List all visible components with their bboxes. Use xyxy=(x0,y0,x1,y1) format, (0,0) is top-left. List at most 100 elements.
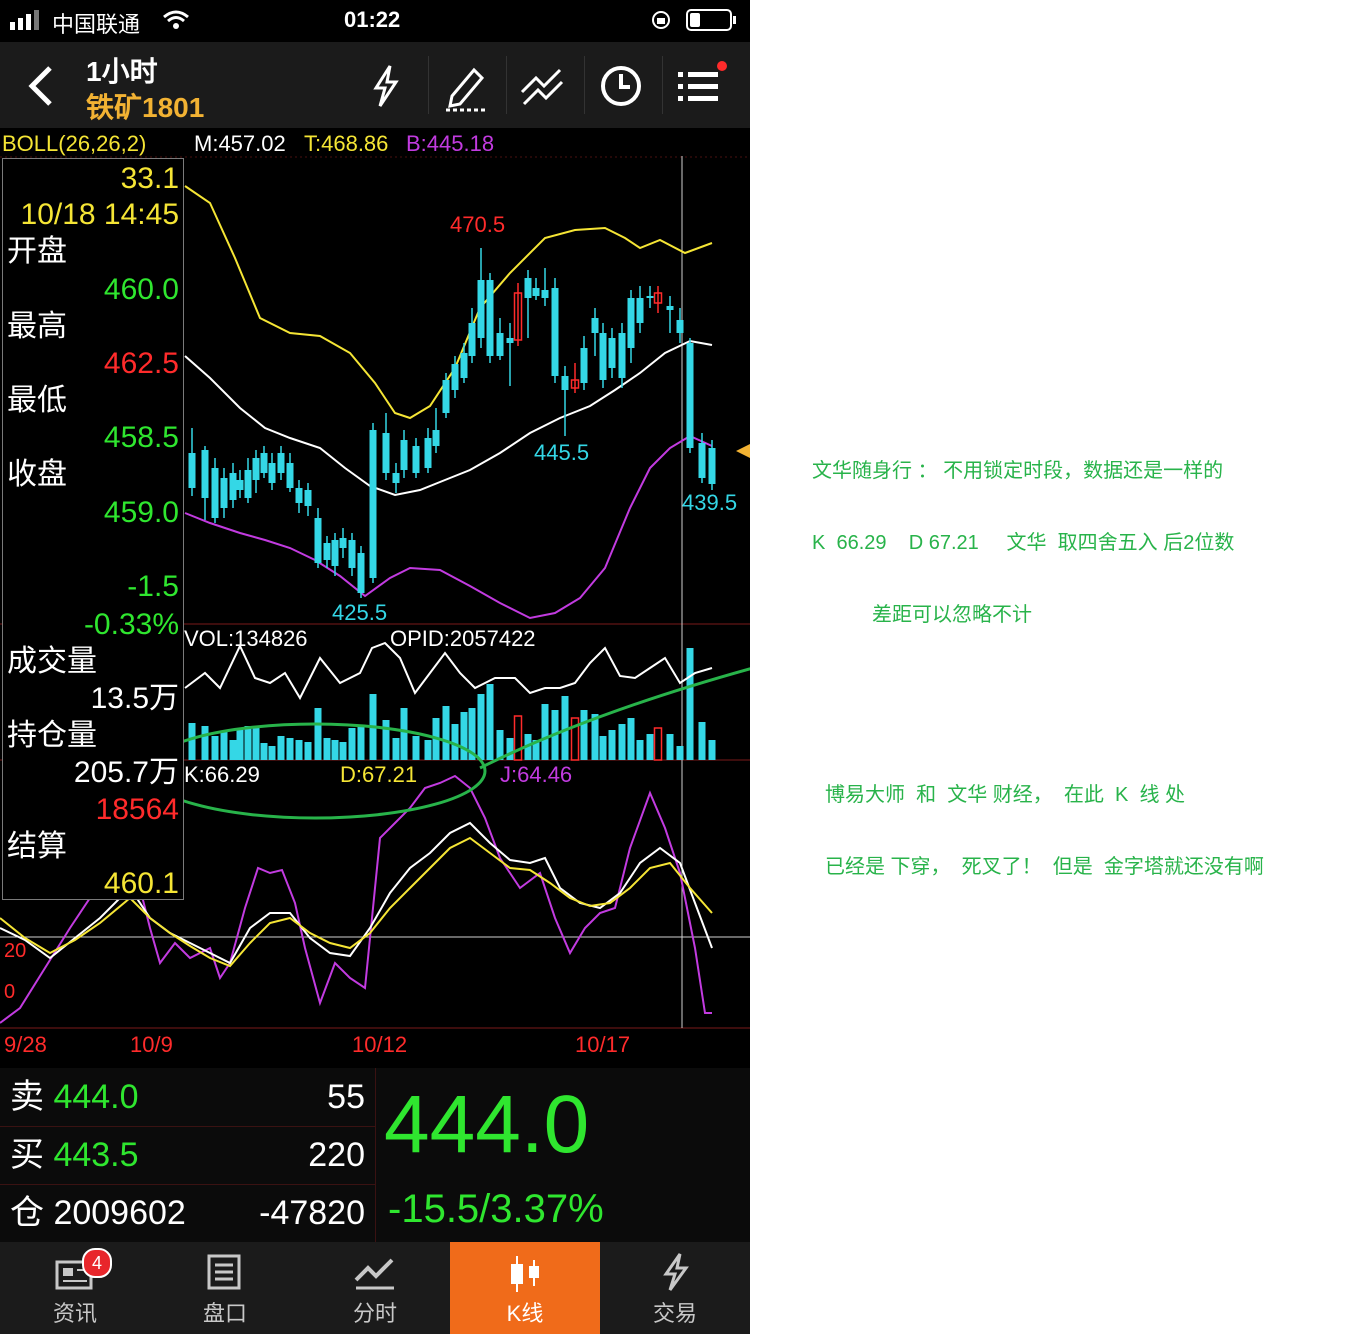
candle-body xyxy=(357,553,365,593)
annotation-note: 博易大师 和 文华 财经， 在此 K 线 处 xyxy=(825,784,1186,806)
back-icon[interactable] xyxy=(24,64,56,108)
opid-label: OPID:2057422 xyxy=(390,626,536,651)
oi-value: 2009602 xyxy=(53,1194,186,1232)
tab-news-label: 资讯 xyxy=(52,1301,97,1326)
kdj-j: J:64.46 xyxy=(500,762,573,787)
volume-bar xyxy=(236,728,244,760)
volume-bar xyxy=(608,730,616,760)
candle-body xyxy=(260,453,268,473)
volume-bar xyxy=(331,740,339,760)
volume-bar xyxy=(477,694,485,760)
lightning-icon[interactable] xyxy=(358,58,414,114)
phone-screen: 中国联通 01:22 1小时 铁矿1801 BOLL(26,26,2) M:45… xyxy=(0,0,750,1334)
candle-body xyxy=(477,280,485,338)
volume-bar xyxy=(339,742,347,760)
candle-body xyxy=(220,478,228,508)
volume-bar xyxy=(676,746,684,760)
annotation-note: 文华随身行 ： 不用锁定时段，数据还是一样的 xyxy=(812,460,1224,482)
last-price: 444.0 xyxy=(384,1079,590,1170)
oi-label: 仓 xyxy=(10,1194,44,1232)
candle-body xyxy=(532,288,540,296)
candle-body xyxy=(599,333,607,380)
news-badge: 4 xyxy=(82,1248,112,1278)
candle-body xyxy=(486,280,494,356)
boll-m: M:457.02 xyxy=(194,131,286,156)
order-book: 卖 444.0 55 买 443.5 220 仓 2009602 -47820 … xyxy=(0,1068,750,1242)
candle-body xyxy=(496,333,504,356)
info-high-label: 最高 xyxy=(7,310,67,343)
candle-body xyxy=(442,380,450,413)
price-last-label: 439.5 xyxy=(682,490,738,515)
tab-quote[interactable]: 盘口 xyxy=(150,1242,300,1334)
bottom-tab-bar: 4 资讯 盘口 分时 K线 交易 xyxy=(0,1242,750,1334)
volume-bar xyxy=(244,726,252,760)
draw-pen-icon[interactable] xyxy=(438,58,494,114)
annotation-note: K 66.29 D 67.21 文华 取四舍五入 后2位数 xyxy=(812,532,1235,554)
volume-bar xyxy=(201,726,209,760)
volume-bar xyxy=(211,736,219,760)
candle-body xyxy=(460,353,468,378)
info-volume-value: 13.5万 xyxy=(90,682,179,715)
intraday-chart-icon xyxy=(354,1258,394,1290)
candle-body xyxy=(412,446,420,473)
volume-bar xyxy=(708,740,716,760)
boll-label: BOLL(26,26,2) xyxy=(2,131,147,156)
info-oi-change: 18564 xyxy=(95,793,179,826)
tab-trade-label: 交易 xyxy=(652,1301,697,1326)
sell-label: 卖 xyxy=(10,1078,44,1116)
candle-body xyxy=(229,473,237,500)
volume-bar xyxy=(323,738,331,760)
volume-bar xyxy=(442,706,450,760)
candle-body xyxy=(676,320,684,333)
volume-bar xyxy=(348,728,356,760)
period-title: 1小时 xyxy=(86,56,158,87)
info-oi-label: 持仓量 xyxy=(7,719,97,752)
candlestick-icon xyxy=(511,1256,539,1292)
volume-bar xyxy=(314,708,322,760)
volume-bar xyxy=(627,718,635,760)
volume-bar xyxy=(486,684,494,760)
candle-body xyxy=(268,463,276,483)
info-open-value: 460.0 xyxy=(103,273,179,306)
x-axis-label: 10/9 xyxy=(130,1032,173,1057)
menu-icon[interactable] xyxy=(672,58,728,114)
clock-icon[interactable] xyxy=(593,58,649,114)
candle-body xyxy=(708,448,716,484)
x-axis-label: 9/28 xyxy=(4,1032,47,1057)
candle-body xyxy=(627,298,635,348)
rotation-lock-icon xyxy=(652,11,670,29)
volume-bar xyxy=(260,743,268,760)
tab-intraday[interactable]: 分时 xyxy=(300,1242,450,1334)
info-volume-label: 成交量 xyxy=(7,645,97,678)
volume-bar xyxy=(646,734,654,760)
candle-body xyxy=(591,318,599,333)
kdj-level-0: 0 xyxy=(4,981,16,1003)
volume-bar xyxy=(304,742,312,760)
status-bar: 中国联通 01:22 xyxy=(0,0,750,42)
candle-body xyxy=(211,468,219,518)
tab-news[interactable]: 4 资讯 xyxy=(0,1242,150,1334)
kdj-k: K:66.29 xyxy=(184,762,260,787)
tab-kline[interactable]: K线 xyxy=(450,1242,600,1334)
candle-body xyxy=(608,338,616,368)
tab-trade[interactable]: 交易 xyxy=(600,1242,750,1334)
info-change-pct: -0.33% xyxy=(83,608,179,641)
info-close-label: 收盘 xyxy=(7,458,67,491)
buy-row[interactable]: 买 443.5 220 xyxy=(0,1126,375,1185)
price-low-label: 425.5 xyxy=(332,600,388,625)
tab-kline-label: K线 xyxy=(506,1301,544,1326)
candle-body xyxy=(580,348,588,383)
candle-body xyxy=(304,490,312,506)
volume-bar xyxy=(666,734,674,760)
tab-quote-label: 盘口 xyxy=(202,1301,247,1326)
indicator-icon[interactable] xyxy=(514,58,570,114)
annotation-note: 差距可以忽略不计 xyxy=(872,604,1032,626)
candle-body xyxy=(382,433,390,473)
volume-bar xyxy=(412,736,420,760)
candle-body xyxy=(236,480,244,490)
x-axis-label: 10/17 xyxy=(575,1032,631,1057)
sell-row[interactable]: 卖 444.0 55 xyxy=(0,1068,375,1127)
signal-icon xyxy=(10,10,39,30)
buy-qty: 220 xyxy=(308,1136,365,1174)
quote-board-icon xyxy=(207,1254,241,1290)
